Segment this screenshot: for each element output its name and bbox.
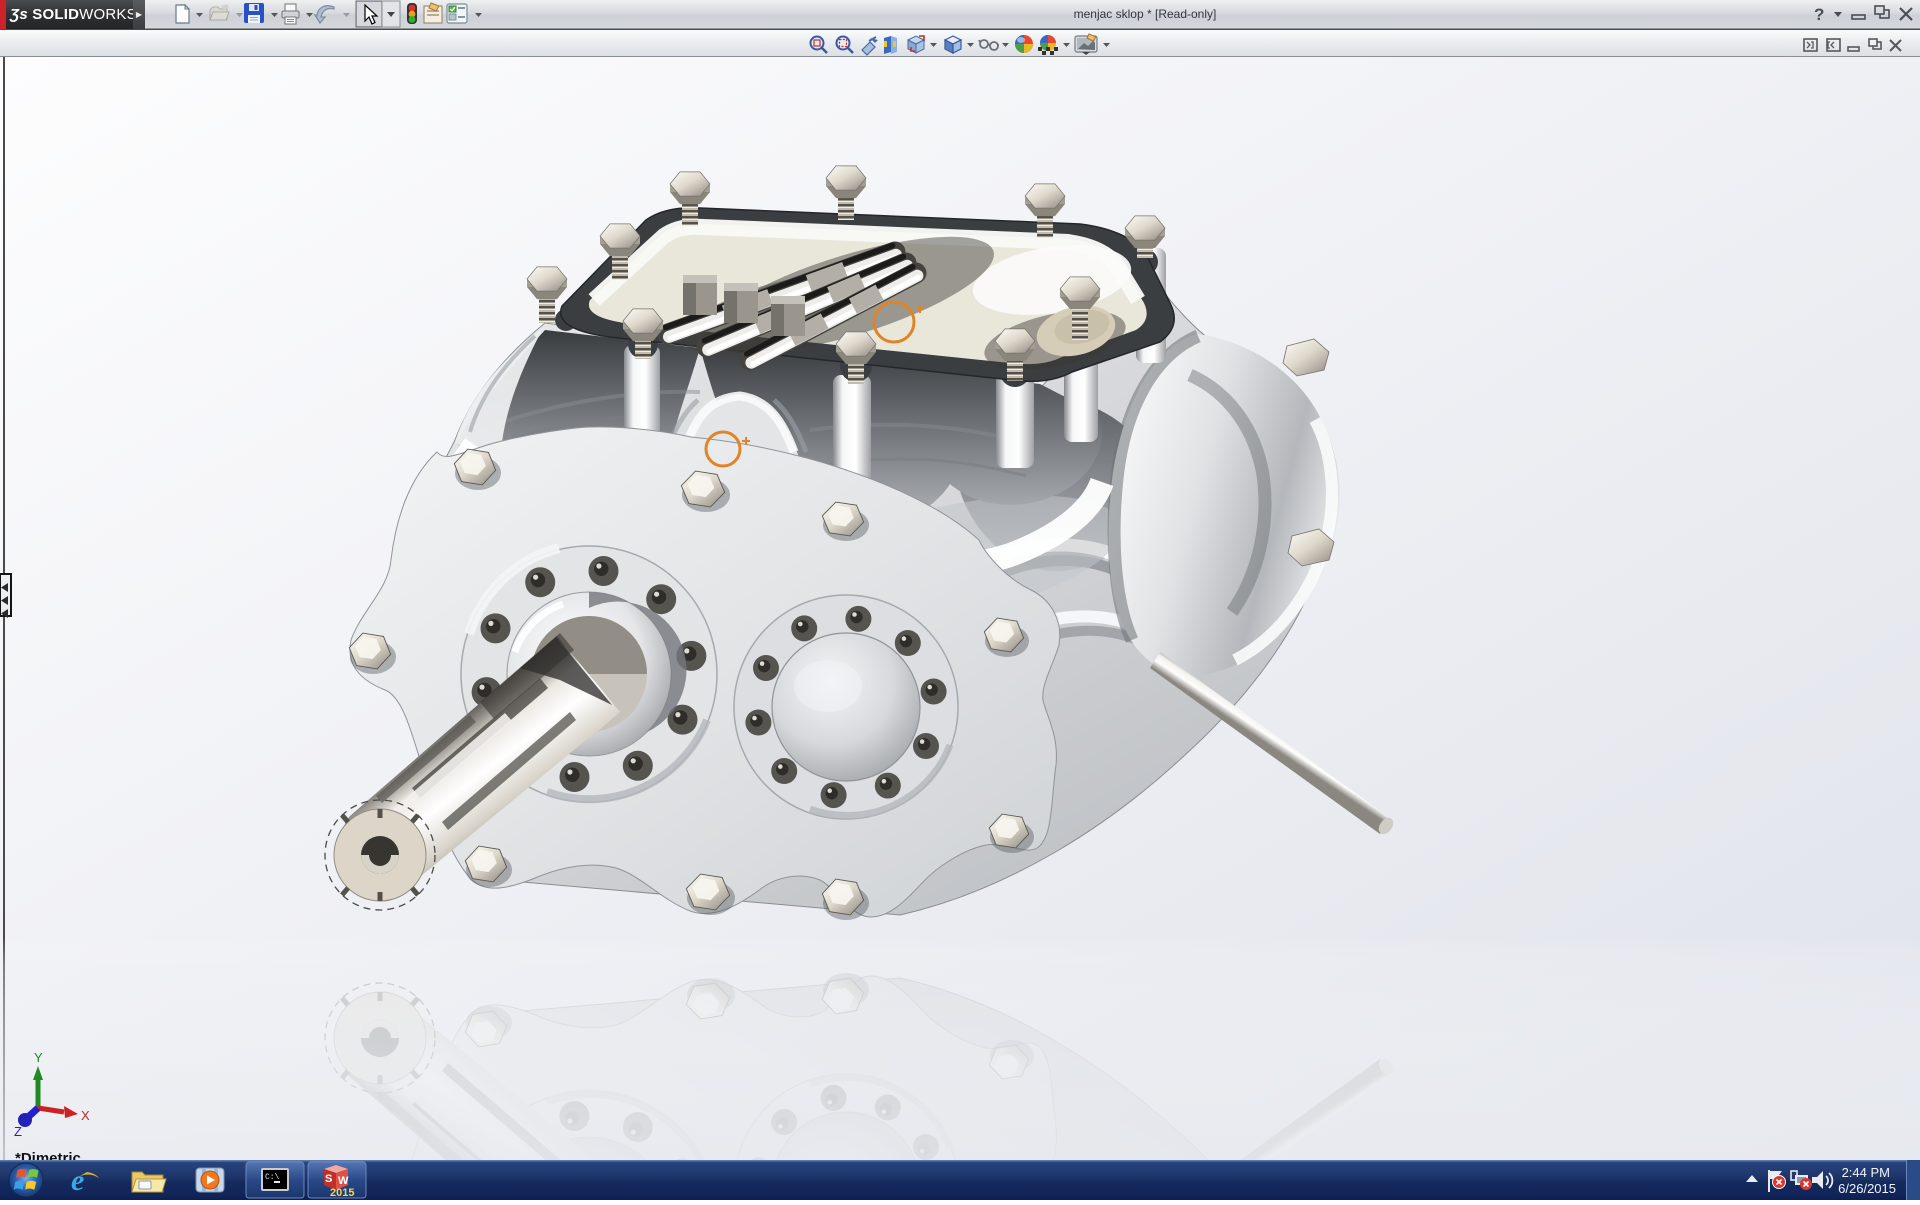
svg-text:?: ? bbox=[1814, 5, 1824, 24]
svg-text:S: S bbox=[325, 1173, 332, 1185]
svg-text:2015: 2015 bbox=[330, 1187, 354, 1199]
svg-text:X: X bbox=[81, 1108, 90, 1123]
svg-text:e: e bbox=[71, 1164, 84, 1197]
svg-text:C:\: C:\ bbox=[265, 1173, 280, 1182]
svg-text:W: W bbox=[338, 1175, 349, 1187]
svg-text:*Dimetric: *Dimetric bbox=[15, 1150, 81, 1160]
svg-text:Z: Z bbox=[14, 1124, 22, 1139]
svg-text:2:44 PM: 2:44 PM bbox=[1842, 1165, 1890, 1180]
svg-text:Y: Y bbox=[34, 1050, 43, 1065]
svg-text:6/26/2015: 6/26/2015 bbox=[1838, 1181, 1896, 1196]
